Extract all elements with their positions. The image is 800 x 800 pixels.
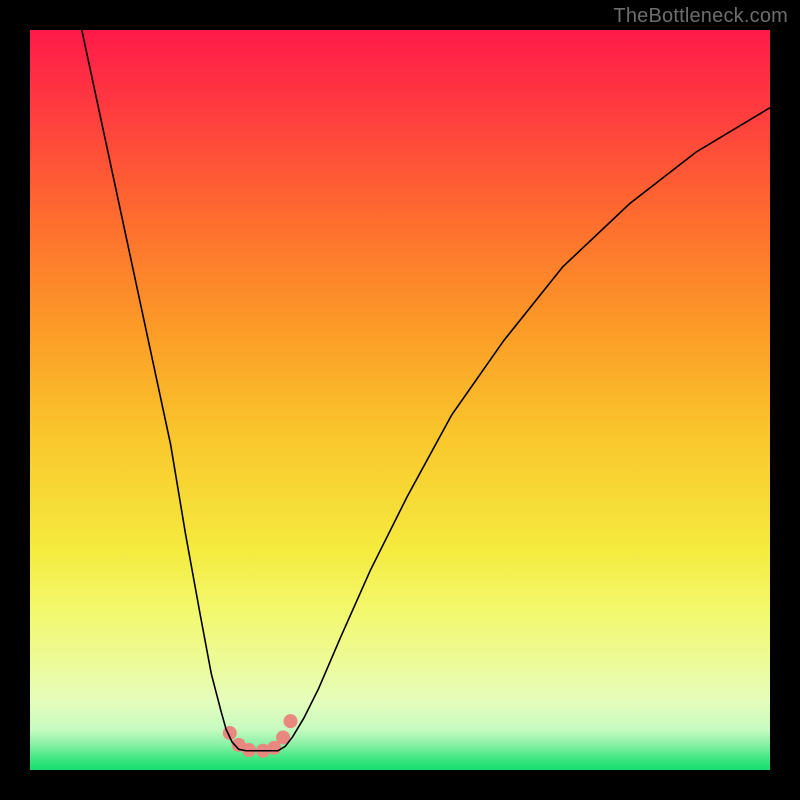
bottleneck-curve xyxy=(82,30,770,751)
trough-marker xyxy=(283,714,297,728)
plot-area xyxy=(30,30,770,770)
watermark-text: TheBottleneck.com xyxy=(613,5,788,28)
curve-layer xyxy=(30,30,770,770)
chart-frame: TheBottleneck.com xyxy=(0,0,800,800)
